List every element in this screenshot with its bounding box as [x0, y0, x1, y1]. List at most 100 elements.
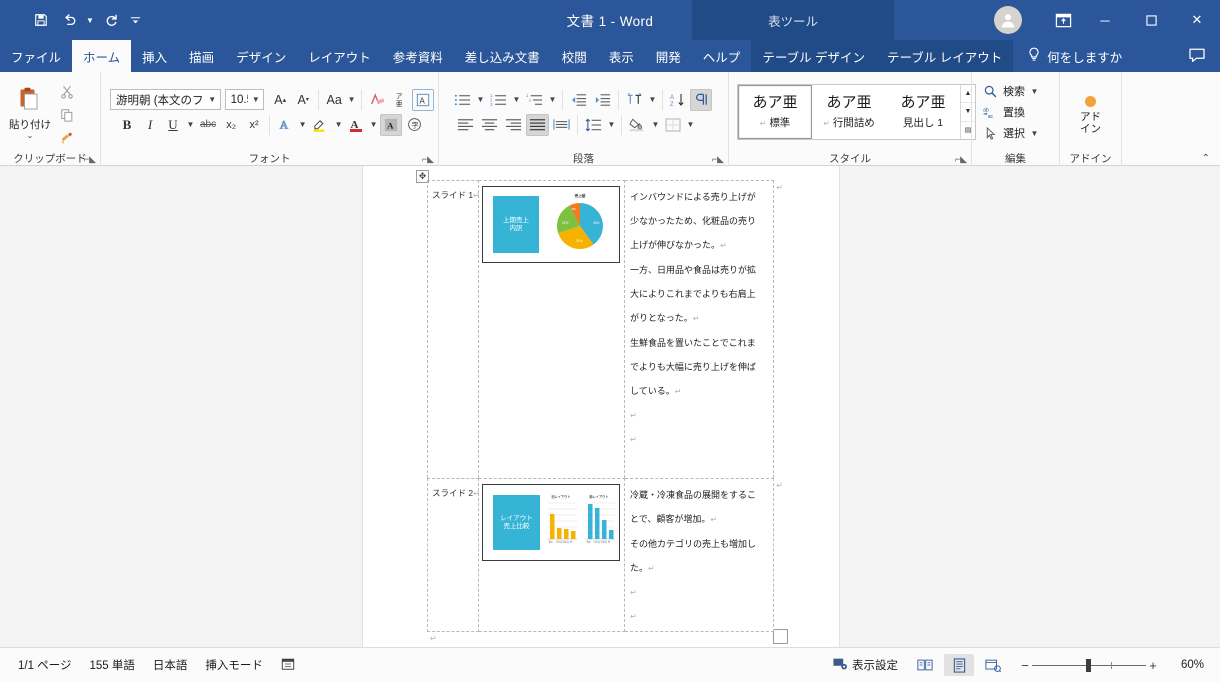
page-indicator[interactable]: 1/1 ページ: [18, 657, 71, 673]
font-color-icon[interactable]: A: [345, 114, 367, 136]
document-table[interactable]: スライド 1↵ 上期売上 内訳 売上額 40% 31% 21% 8% インバウン…: [427, 180, 783, 632]
style-item-heading1[interactable]: あア亜 見出し 1: [886, 85, 960, 139]
tell-me-box[interactable]: 何をしますか: [1013, 40, 1132, 72]
table-cell-notes[interactable]: 冷蔵・冷凍食品の展開をするこ とで、顧客が増加。↵ その他カテゴリの売上も増加し…: [625, 478, 783, 632]
tab-mailings[interactable]: 差し込み文書: [454, 40, 551, 72]
addins-button[interactable]: アド イン: [1068, 90, 1114, 135]
table-cell-slide-label[interactable]: スライド 2↵: [427, 478, 480, 632]
chevron-up-icon[interactable]: ⌃: [1202, 153, 1210, 164]
align-center-icon[interactable]: [478, 114, 501, 136]
italic-button[interactable]: I: [139, 114, 161, 136]
style-item-no-spacing[interactable]: あア亜 ↵ 行間詰め: [812, 85, 886, 139]
bullet-list-caret[interactable]: ▼: [475, 95, 486, 104]
zoom-level[interactable]: 60%: [1170, 659, 1204, 671]
shading-icon[interactable]: [626, 114, 649, 136]
numbered-list-icon[interactable]: 123: [487, 89, 510, 111]
display-settings-button[interactable]: 表示設定: [833, 657, 898, 674]
tab-table-design[interactable]: テーブル デザイン: [751, 40, 876, 72]
underline-caret[interactable]: ▼: [185, 120, 196, 129]
line-spacing-icon[interactable]: [582, 114, 605, 136]
text-effects-caret[interactable]: ▼: [297, 120, 308, 129]
tab-review[interactable]: 校閲: [551, 40, 598, 72]
slide-thumbnail-2[interactable]: レイアウト 売上比較 旧レイアウト 食品 日用品 化粧品 他 新レイアウト 食品…: [482, 484, 620, 561]
multilevel-list-caret[interactable]: ▼: [547, 95, 558, 104]
style-item-normal[interactable]: あア亜 ↵ 標準: [738, 85, 812, 139]
shading-caret[interactable]: ▼: [650, 120, 661, 129]
font-color-caret[interactable]: ▼: [368, 120, 379, 129]
change-case-caret[interactable]: ▼: [346, 95, 357, 104]
superscript-button[interactable]: x²: [243, 114, 265, 136]
zoom-slider[interactable]: − +: [1018, 658, 1160, 673]
bullet-list-icon[interactable]: [451, 89, 474, 111]
tab-developer[interactable]: 開発: [645, 40, 692, 72]
character-shading-icon[interactable]: A: [380, 113, 403, 136]
find-button[interactable]: 検索 ▼: [982, 81, 1040, 101]
font-size-combo[interactable]: 10.5 ▼: [224, 89, 265, 110]
table-cell-slide-label[interactable]: スライド 1↵: [427, 180, 480, 478]
undo-icon[interactable]: [56, 7, 82, 33]
accessibility-icon[interactable]: [281, 657, 295, 674]
table-cell-slide-thumbnail[interactable]: レイアウト 売上比較 旧レイアウト 食品 日用品 化粧品 他 新レイアウト 食品…: [479, 478, 625, 632]
tab-references[interactable]: 参考資料: [382, 40, 454, 72]
underline-button[interactable]: U: [162, 114, 184, 136]
multilevel-list-icon[interactable]: 1a: [523, 89, 546, 111]
grow-font-icon[interactable]: A ▴: [269, 89, 291, 111]
select-button[interactable]: 選択 ▼: [982, 123, 1040, 143]
table-row[interactable]: スライド 1↵ 上期売上 内訳 売上額 40% 31% 21% 8% インバウン…: [427, 180, 783, 478]
font-name-combo[interactable]: 游明朝 (本文のフォン ▼: [110, 89, 221, 110]
phonetic-guide-icon[interactable]: [366, 89, 388, 111]
highlight-caret[interactable]: ▼: [333, 120, 344, 129]
borders-caret[interactable]: ▼: [685, 120, 696, 129]
view-read-mode[interactable]: [910, 654, 940, 676]
align-right-icon[interactable]: [502, 114, 525, 136]
text-highlight-icon[interactable]: [309, 114, 332, 136]
align-justify-icon[interactable]: [526, 113, 549, 136]
select-caret[interactable]: ▼: [1029, 129, 1040, 138]
close-button[interactable]: ✕: [1174, 0, 1220, 40]
document-page[interactable]: ✥ スライド 1↵ 上期売上 内訳 売上額 40% 31% 21% 8% インバ…: [363, 166, 839, 647]
align-left-icon[interactable]: [454, 114, 477, 136]
tab-layout[interactable]: レイアウト: [297, 40, 382, 72]
text-effects-icon[interactable]: A: [274, 114, 296, 136]
character-border-icon[interactable]: ア亜: [389, 89, 411, 111]
clipboard-dialog-launcher[interactable]: ⌐◣: [84, 154, 96, 165]
save-icon[interactable]: [28, 7, 54, 33]
text-direction-icon[interactable]: [623, 89, 646, 111]
font-size-caret[interactable]: ▼: [251, 95, 260, 104]
view-web-layout[interactable]: [978, 654, 1008, 676]
zoom-in-button[interactable]: +: [1146, 658, 1160, 673]
table-cell-slide-thumbnail[interactable]: 上期売上 内訳 売上額 40% 31% 21% 8%: [479, 180, 625, 478]
distribute-icon[interactable]: [550, 114, 573, 136]
cut-icon[interactable]: [56, 82, 78, 102]
tab-draw[interactable]: 描画: [178, 40, 225, 72]
replace-button[interactable]: ab ac 置換: [982, 102, 1040, 122]
tab-view[interactable]: 表示: [598, 40, 645, 72]
language-indicator[interactable]: 日本語: [153, 657, 188, 673]
change-case-icon[interactable]: Aa: [323, 89, 345, 111]
minimize-button[interactable]: ─: [1082, 0, 1128, 40]
paragraph-dialog-launcher[interactable]: ⌐◣: [712, 154, 724, 165]
tab-design[interactable]: デザイン: [225, 40, 297, 72]
zoom-out-button[interactable]: −: [1018, 658, 1032, 673]
sort-icon[interactable]: AZ: [667, 89, 689, 111]
tab-table-layout[interactable]: テーブル レイアウト: [876, 40, 1013, 72]
ribbon-display-options-icon[interactable]: [1044, 0, 1082, 40]
view-print-layout[interactable]: [944, 654, 974, 676]
increase-indent-icon[interactable]: [591, 89, 614, 111]
word-count[interactable]: 155 単語: [89, 657, 134, 673]
table-resize-handle[interactable]: [773, 629, 788, 644]
font-name-caret[interactable]: ▼: [208, 95, 217, 104]
text-direction-caret[interactable]: ▼: [647, 95, 658, 104]
decrease-indent-icon[interactable]: [567, 89, 590, 111]
tab-help[interactable]: ヘルプ: [692, 40, 752, 72]
paste-button[interactable]: 貼り付け ⌄: [4, 84, 56, 140]
table-cell-notes[interactable]: インバウンドによる売り上げが 少なかったため、化粧品の売り 上げが伸びなかった。…: [625, 180, 783, 478]
insert-mode-indicator[interactable]: 挿入モード: [205, 657, 263, 673]
bold-button[interactable]: B: [116, 114, 138, 136]
user-avatar[interactable]: [994, 6, 1022, 34]
customize-qat-icon[interactable]: [126, 7, 144, 33]
strikethrough-button[interactable]: abc: [197, 114, 219, 136]
tab-file[interactable]: ファイル: [0, 40, 72, 72]
comments-icon[interactable]: [1188, 47, 1206, 69]
paste-dropdown-caret[interactable]: ⌄: [27, 132, 34, 140]
